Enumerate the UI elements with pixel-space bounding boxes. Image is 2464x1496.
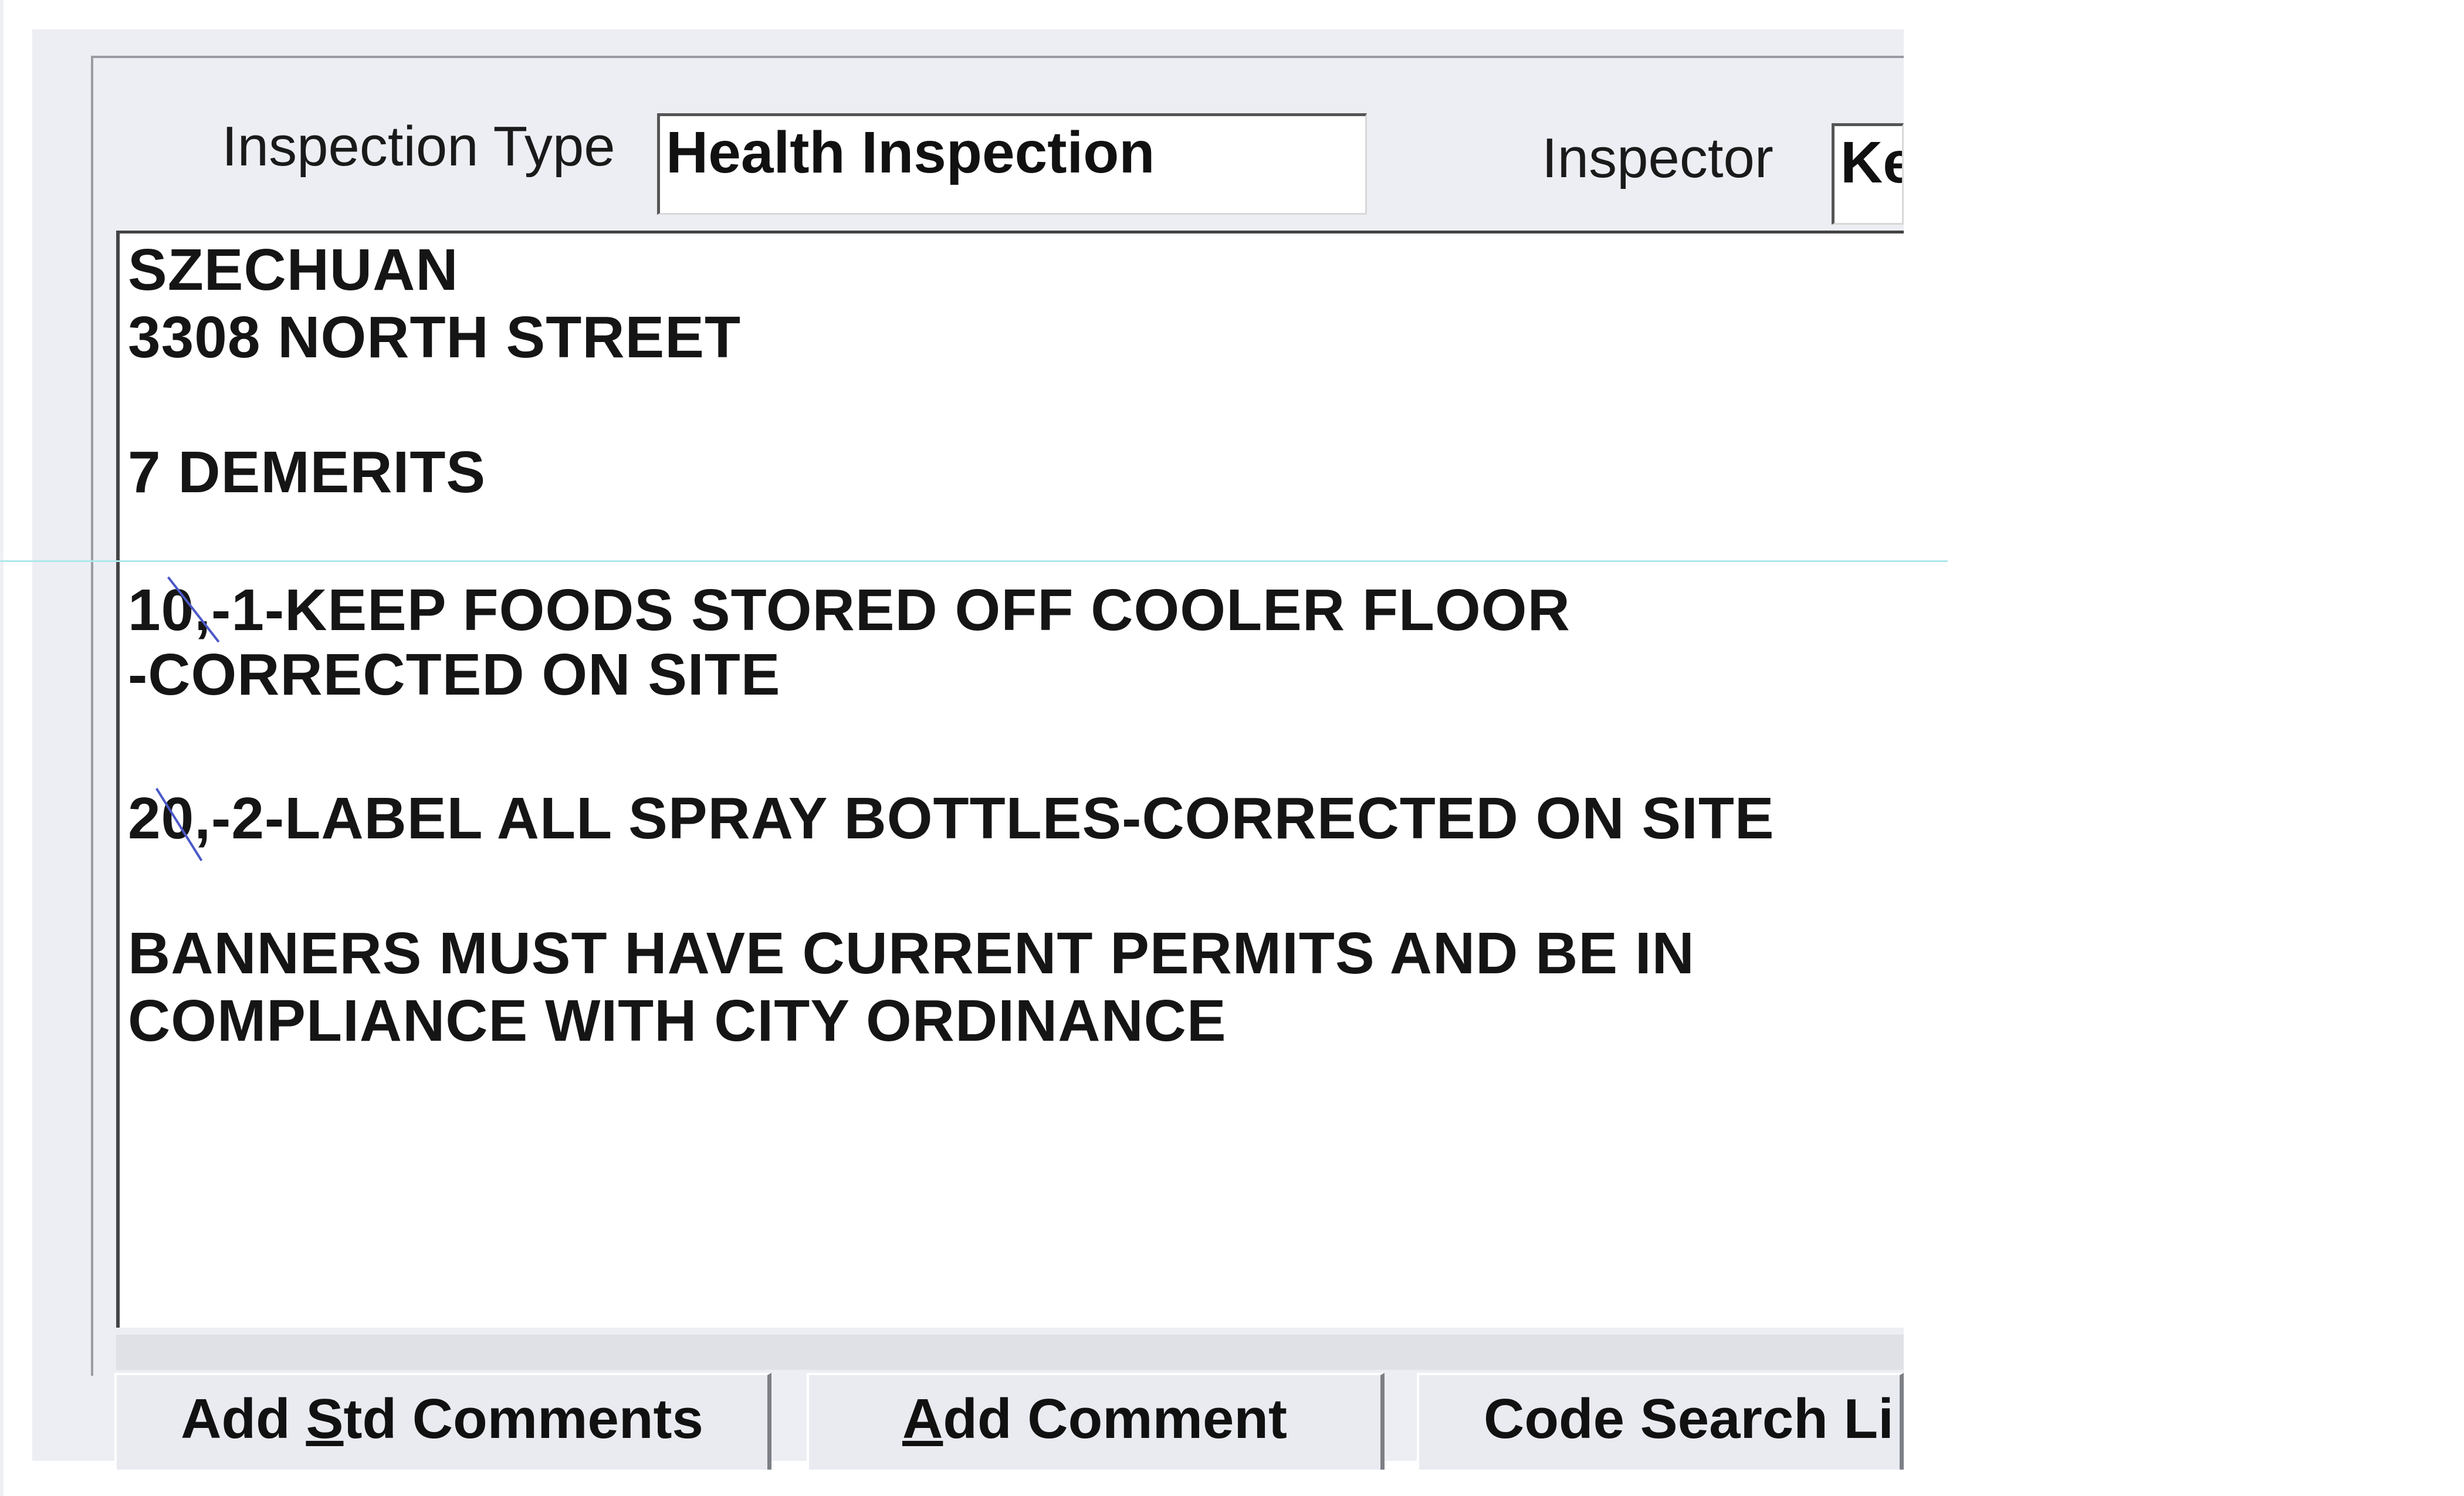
- comment-line: 3308 NORTH STREET: [128, 304, 742, 370]
- scan-edge: [0, 0, 4, 1496]
- add-std-comments-button[interactable]: Add Std Comments: [114, 1373, 771, 1470]
- comment-line: BANNERS MUST HAVE CURRENT PERMITS AND BE…: [128, 920, 1695, 986]
- comment-line: COMPLIANCE WITH CITY ORDINANCE: [128, 988, 1227, 1054]
- scanned-page: Inspection Type Health Inspection Inspec…: [0, 0, 2464, 1496]
- comment-line: 10,-1-KEEP FOODS STORED OFF COOLER FLOOR: [128, 577, 1571, 643]
- code-search-button[interactable]: Code Search Li: [1417, 1373, 1904, 1470]
- add-std-comments-mnemonic: S: [306, 1387, 344, 1450]
- inspection-type-field[interactable]: Health Inspection: [657, 113, 1367, 215]
- comment-line: SZECHUAN: [128, 237, 459, 303]
- inspector-value: Ke: [1840, 130, 1902, 195]
- inspector-label: Inspector: [1542, 127, 1773, 189]
- add-comment-mnemonic: A: [902, 1387, 943, 1450]
- add-std-comments-suffix: td Comments: [343, 1387, 703, 1450]
- code-search-label: Code Search Li: [1484, 1387, 1894, 1450]
- inspector-field[interactable]: Ke: [1832, 123, 1904, 225]
- add-comment-suffix: dd Comment: [943, 1387, 1287, 1450]
- comment-line: 20,-2-LABEL ALL SPRAY BOTTLES-CORRECTED …: [128, 786, 1775, 851]
- comments-textarea[interactable]: SZECHUAN 3308 NORTH STREET 7 DEMERITS 10…: [116, 231, 1904, 1328]
- button-bar-strip: [116, 1335, 1904, 1370]
- comment-line: -CORRECTED ON SITE: [128, 642, 781, 708]
- add-std-comments-prefix: Add: [181, 1387, 306, 1450]
- add-comment-button[interactable]: Add Comment: [807, 1373, 1385, 1470]
- inspection-type-label: Inspection Type: [222, 115, 615, 178]
- inspection-type-value: Health Inspection: [666, 120, 1155, 185]
- comment-line: 7 DEMERITS: [128, 439, 486, 505]
- scan-artifact-line: [0, 560, 1948, 562]
